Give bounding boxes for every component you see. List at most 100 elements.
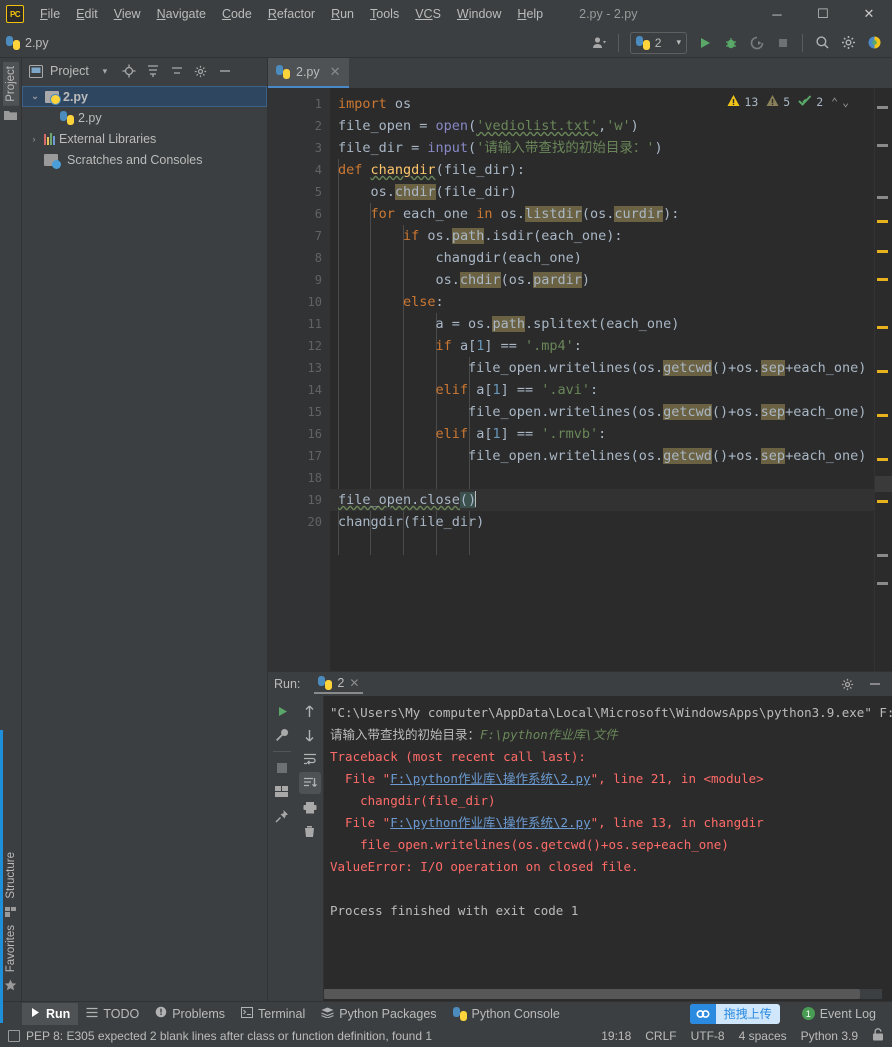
- run-console-output[interactable]: "C:\Users\My computer\AppData\Local\Micr…: [324, 696, 892, 1001]
- stripe-marker[interactable]: [877, 414, 888, 417]
- stripe-marker[interactable]: [877, 582, 888, 585]
- stop-icon[interactable]: [271, 757, 293, 779]
- settings-icon[interactable]: [191, 61, 211, 81]
- bottom-tab-todo[interactable]: TODO: [78, 1003, 147, 1025]
- stripe-marker[interactable]: [877, 196, 888, 199]
- file-encoding[interactable]: UTF-8: [691, 1029, 725, 1043]
- bottom-tab-terminal[interactable]: Terminal: [233, 1003, 313, 1025]
- editor-gutter[interactable]: 1 2 3 4− 5 6− 7− 8 9− 10− 11 12 13 14 15…: [268, 88, 346, 671]
- structure-icon[interactable]: [4, 906, 17, 918]
- error-stripe[interactable]: [874, 88, 892, 671]
- settings-icon[interactable]: [836, 673, 858, 695]
- debug-icon[interactable]: [719, 31, 743, 55]
- hide-icon[interactable]: [864, 673, 886, 695]
- menu-navigate[interactable]: Navigate: [149, 3, 214, 25]
- user-avatar-icon[interactable]: [587, 31, 611, 55]
- stripe-marker[interactable]: [877, 278, 888, 281]
- menu-help[interactable]: Help: [509, 3, 551, 25]
- menu-file[interactable]: File: [32, 3, 68, 25]
- chevron-down-icon[interactable]: ⌄: [29, 91, 41, 102]
- chevron-right-icon[interactable]: ›: [28, 134, 40, 144]
- lock-icon[interactable]: [872, 1028, 884, 1044]
- tool-window-structure[interactable]: Structure: [3, 848, 19, 903]
- tree-node-project-root[interactable]: ⌄ 2.py: [22, 86, 267, 107]
- close-button[interactable]: ✕: [846, 0, 892, 28]
- rerun-icon[interactable]: [271, 700, 293, 722]
- stripe-marker[interactable]: [877, 458, 888, 461]
- layout-icon[interactable]: [271, 781, 293, 803]
- star-icon[interactable]: [4, 979, 17, 992]
- menu-refactor[interactable]: Refactor: [260, 3, 323, 25]
- chevron-down-icon[interactable]: ▾: [95, 61, 115, 81]
- up-icon[interactable]: [299, 700, 321, 722]
- chevron-up-icon[interactable]: ⌃: [831, 95, 838, 109]
- close-icon[interactable]: ✕: [349, 676, 359, 690]
- traceback-link[interactable]: F:\python作业库\操作系统\2.py: [390, 815, 590, 830]
- run-tab-2[interactable]: 2 ✕: [314, 674, 364, 694]
- drag-upload-widget[interactable]: 拖拽上传: [689, 1003, 780, 1024]
- code-editor[interactable]: 1 2 3 4− 5 6− 7− 8 9− 10− 11 12 13 14 15…: [268, 88, 892, 671]
- bottom-tab-run[interactable]: Run: [22, 1002, 79, 1025]
- run-configuration-selector[interactable]: 2 ▾: [629, 31, 687, 54]
- pin-icon[interactable]: [271, 805, 293, 827]
- ide-assistant-icon[interactable]: [862, 31, 886, 55]
- coverage-icon[interactable]: [745, 31, 769, 55]
- inspection-widget[interactable]: 13 5 2 ⌃ ⌄: [724, 92, 852, 112]
- tree-node-file-2py[interactable]: 2.py: [22, 107, 267, 128]
- run-icon[interactable]: [693, 31, 717, 55]
- wrench-icon[interactable]: [271, 724, 293, 746]
- menu-edit[interactable]: Edit: [68, 3, 106, 25]
- line-number: 2: [314, 119, 322, 133]
- event-log-button[interactable]: 1 Event Log: [794, 1003, 884, 1025]
- indent-setting[interactable]: 4 spaces: [739, 1029, 787, 1043]
- breadcrumb[interactable]: 2.py: [6, 35, 49, 50]
- maximize-button[interactable]: ☐: [800, 0, 846, 28]
- line-separator[interactable]: CRLF: [645, 1029, 676, 1043]
- menu-tools[interactable]: Tools: [362, 3, 407, 25]
- left-accent-bar: [0, 730, 3, 1023]
- down-icon[interactable]: [299, 724, 321, 746]
- stripe-marker[interactable]: [877, 554, 888, 557]
- stripe-marker[interactable]: [877, 326, 888, 329]
- console-horizontal-scrollbar[interactable]: [324, 989, 882, 999]
- stripe-marker[interactable]: [877, 220, 888, 223]
- stripe-marker[interactable]: [877, 370, 888, 373]
- menu-view[interactable]: View: [106, 3, 149, 25]
- stripe-marker[interactable]: [877, 144, 888, 147]
- menu-window[interactable]: Window: [449, 3, 509, 25]
- print-icon[interactable]: [299, 796, 321, 818]
- tool-window-project[interactable]: Project: [2, 62, 19, 106]
- menu-code[interactable]: Code: [214, 3, 260, 25]
- tree-node-external-libraries[interactable]: › External Libraries: [22, 128, 267, 149]
- close-icon[interactable]: ✕: [330, 64, 341, 80]
- settings-icon[interactable]: [836, 31, 860, 55]
- bottom-tab-problems[interactable]: Problems: [147, 1003, 233, 1025]
- python-interpreter[interactable]: Python 3.9: [801, 1029, 858, 1043]
- stripe-marker[interactable]: [877, 250, 888, 253]
- folder-icon[interactable]: [4, 109, 17, 121]
- bottom-tab-python-console[interactable]: Python Console: [445, 1003, 568, 1025]
- search-icon[interactable]: [810, 31, 834, 55]
- collapse-all-icon[interactable]: [167, 61, 187, 81]
- stop-icon[interactable]: [771, 31, 795, 55]
- trash-icon[interactable]: [299, 820, 321, 842]
- expand-all-icon[interactable]: [143, 61, 163, 81]
- traceback-link[interactable]: F:\python作业库\操作系统\2.py: [390, 771, 590, 786]
- tool-window-favorites[interactable]: Favorites: [3, 921, 19, 976]
- soft-wrap-icon[interactable]: [299, 748, 321, 770]
- caret-position[interactable]: 19:18: [601, 1029, 631, 1043]
- code-text-area[interactable]: import os file_open = open('vediolist.tx…: [330, 88, 874, 671]
- bottom-tab-python-packages[interactable]: Python Packages: [313, 1003, 444, 1025]
- stripe-marker[interactable]: [877, 106, 888, 109]
- menu-vcs[interactable]: VCS: [407, 3, 449, 25]
- scroll-to-end-icon[interactable]: [298, 772, 321, 794]
- minimize-button[interactable]: ─: [754, 0, 800, 28]
- tree-node-scratches[interactable]: Scratches and Consoles: [22, 149, 267, 170]
- hide-icon[interactable]: [215, 61, 235, 81]
- chevron-down-icon[interactable]: ⌄: [842, 95, 849, 109]
- stripe-marker[interactable]: [877, 500, 888, 503]
- editor-tab-2py[interactable]: 2.py ✕: [268, 58, 349, 88]
- menu-run[interactable]: Run: [323, 3, 362, 25]
- locate-icon[interactable]: [119, 61, 139, 81]
- scrollbar-thumb[interactable]: [324, 989, 860, 999]
